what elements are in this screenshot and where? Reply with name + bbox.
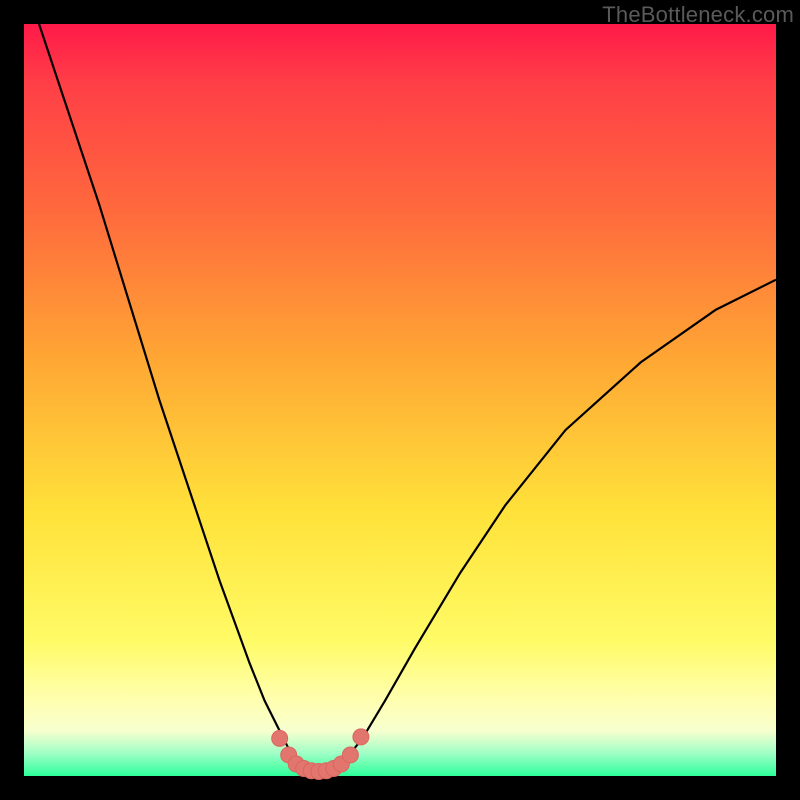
chart-svg bbox=[24, 24, 776, 776]
curve-marker bbox=[272, 730, 288, 746]
curve-marker bbox=[342, 747, 358, 763]
chart-frame bbox=[24, 24, 776, 776]
curve-marker bbox=[353, 729, 369, 745]
bottleneck-curve bbox=[39, 24, 776, 771]
curve-minimum-markers bbox=[272, 729, 369, 780]
watermark-text: TheBottleneck.com bbox=[602, 2, 794, 28]
